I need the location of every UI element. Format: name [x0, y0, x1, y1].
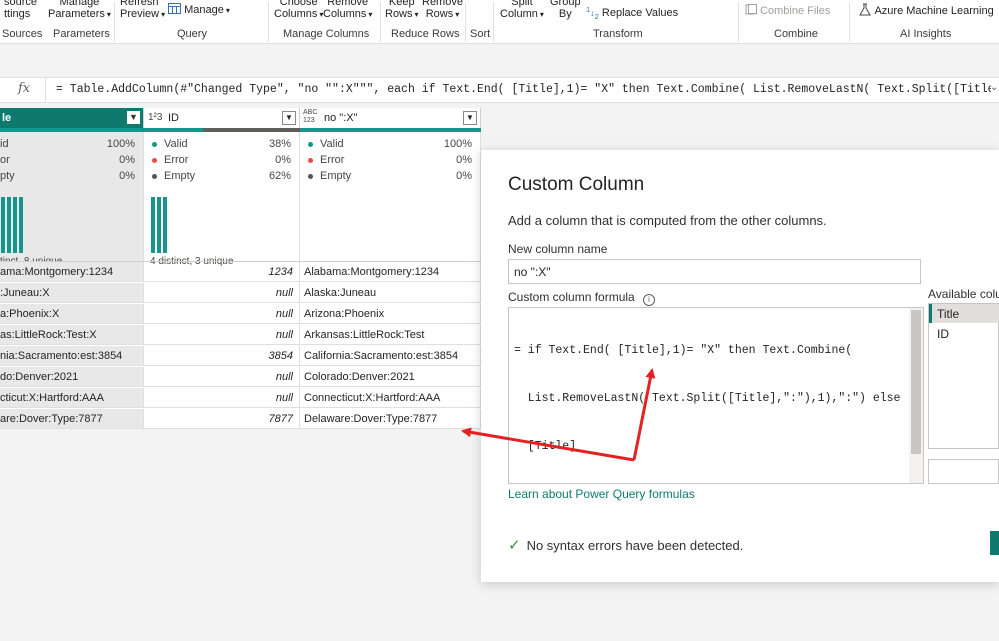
annotation-arrows [461, 368, 656, 462]
annotation-arrow-grid [461, 427, 635, 462]
annotation-arrow-formula [632, 368, 656, 461]
